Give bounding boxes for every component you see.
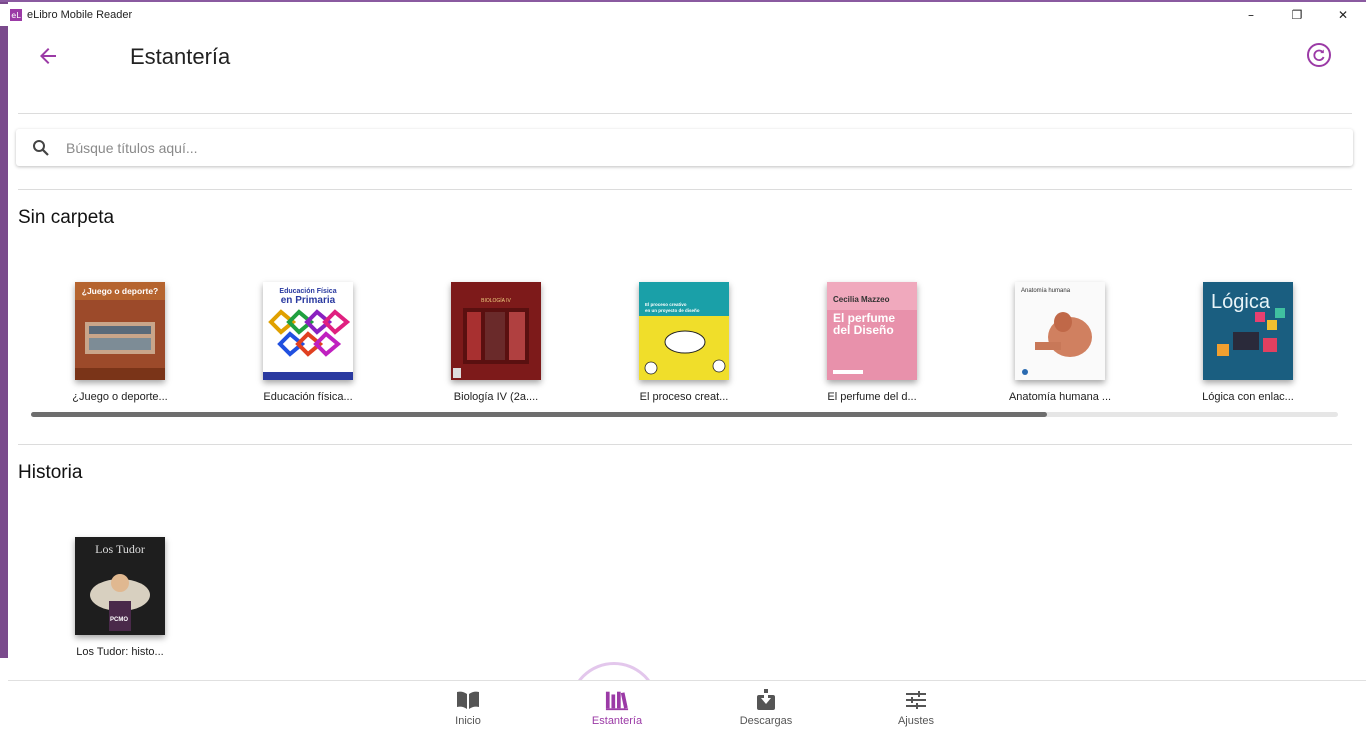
book-title: Educación física... <box>263 391 353 403</box>
book-cover[interactable]: Educación Física en Primaria <box>263 282 353 380</box>
refresh-button[interactable] <box>1304 40 1334 70</box>
search-bar[interactable] <box>16 129 1353 166</box>
search-input[interactable] <box>66 139 1266 156</box>
back-button[interactable] <box>32 40 64 72</box>
book-title: ¿Juego o deporte... <box>72 391 168 403</box>
book-item[interactable]: Lógica Lógica con enlac... <box>1173 282 1323 412</box>
svg-text:en Primaria: en Primaria <box>281 295 336 306</box>
section-divider <box>18 444 1352 445</box>
book-cover[interactable]: El proceso creativo en un proyecto de di… <box>639 282 729 380</box>
nav-item-inicio[interactable]: Inicio <box>408 681 528 730</box>
book-item[interactable]: ¿Juego o deporte? ¿Juego o deporte... <box>45 282 195 412</box>
nav-label: Estantería <box>591 715 643 727</box>
search-icon <box>32 139 50 157</box>
nav-item-descargas[interactable]: Descargas <box>706 681 826 730</box>
refresh-icon <box>1307 43 1331 67</box>
nav-label: Ajustes <box>897 715 935 727</box>
app-logo-icon: eL <box>10 9 22 21</box>
book-title: El proceso creat... <box>639 391 729 403</box>
restore-button[interactable]: ❐ <box>1274 4 1320 26</box>
book-title: Anatomía humana ... <box>1008 391 1112 403</box>
book-title: Biología IV (2a.... <box>453 391 539 403</box>
title-bar: eL eLibro Mobile Reader – ❐ ✕ <box>0 4 1366 26</box>
cover-title: Anatomía humana <box>1021 288 1071 294</box>
section-title-historia: Historia <box>18 462 83 483</box>
book-title: El perfume del d... <box>827 391 917 403</box>
cover-title: ¿Juego o deporte? <box>82 286 159 296</box>
book-cover[interactable]: ¿Juego o deporte? <box>75 282 165 380</box>
book-item[interactable]: Cecilia Mazzeo El perfume del Diseño El … <box>797 282 947 412</box>
shelf-scrollbar[interactable] <box>31 412 1338 417</box>
bookshelf-icon <box>605 689 629 711</box>
book-cover[interactable]: BIOLOGÍA IV <box>451 282 541 380</box>
book-item[interactable]: Anatomía humana Anatomía humana ... <box>985 282 1135 412</box>
close-button[interactable]: ✕ <box>1320 4 1366 26</box>
appbar-divider <box>18 113 1352 114</box>
book-item[interactable]: BIOLOGÍA IV Biología IV (2a.... <box>421 282 571 412</box>
nav-item-estanteria[interactable]: Estantería <box>557 681 677 730</box>
svg-text:El proceso creativo: El proceso creativo <box>645 302 687 307</box>
book-cover[interactable]: Anatomía humana <box>1015 282 1105 380</box>
cover-title: BIOLOGÍA IV <box>481 297 511 304</box>
book-cover[interactable]: Cecilia Mazzeo El perfume del Diseño <box>827 282 917 380</box>
cover-author: Cecilia Mazzeo <box>833 295 890 304</box>
nav-label: Inicio <box>455 715 481 727</box>
cover-title: Lógica <box>1211 291 1271 313</box>
sliders-icon <box>904 689 928 711</box>
book-title: Lógica con enlac... <box>1202 391 1294 403</box>
arrow-left-icon <box>40 48 56 64</box>
svg-text:en un proyecto de diseño: en un proyecto de diseño <box>645 308 700 313</box>
nav-label: Descargas <box>739 715 793 727</box>
book-item[interactable]: Los Tudor PCMO Los Tudor: histo... <box>45 537 195 667</box>
bottom-navigation: Inicio Estantería Descargas Ajustes <box>8 680 1366 730</box>
minimize-button[interactable]: – <box>1228 4 1274 26</box>
svg-text:del Diseño: del Diseño <box>833 323 894 337</box>
svg-text:PCMO: PCMO <box>110 617 128 623</box>
book-cover[interactable]: Los Tudor PCMO <box>75 537 165 635</box>
svg-text:Educación Física: Educación Física <box>279 288 336 295</box>
book-item[interactable]: El proceso creativo en un proyecto de di… <box>609 282 759 412</box>
app-bar: Estantería <box>18 26 1352 113</box>
section-title-sin-carpeta: Sin carpeta <box>18 207 115 228</box>
nav-item-ajustes[interactable]: Ajustes <box>856 681 976 730</box>
book-title: Los Tudor: histo... <box>76 646 164 658</box>
download-icon <box>754 689 778 711</box>
search-divider <box>18 189 1352 190</box>
window-controls: – ❐ ✕ <box>1228 4 1366 26</box>
book-cover[interactable]: Lógica <box>1203 282 1293 380</box>
cover-title: Los Tudor <box>95 542 145 556</box>
scrollbar-thumb[interactable] <box>31 412 1047 417</box>
window-title: eLibro Mobile Reader <box>27 9 133 21</box>
page-title: Estantería <box>130 44 231 69</box>
book-open-icon <box>456 689 480 711</box>
app-window: eL eLibro Mobile Reader – ❐ ✕ Estantería <box>0 0 1366 730</box>
book-item[interactable]: Educación Física en Primaria Educación f… <box>233 282 383 412</box>
